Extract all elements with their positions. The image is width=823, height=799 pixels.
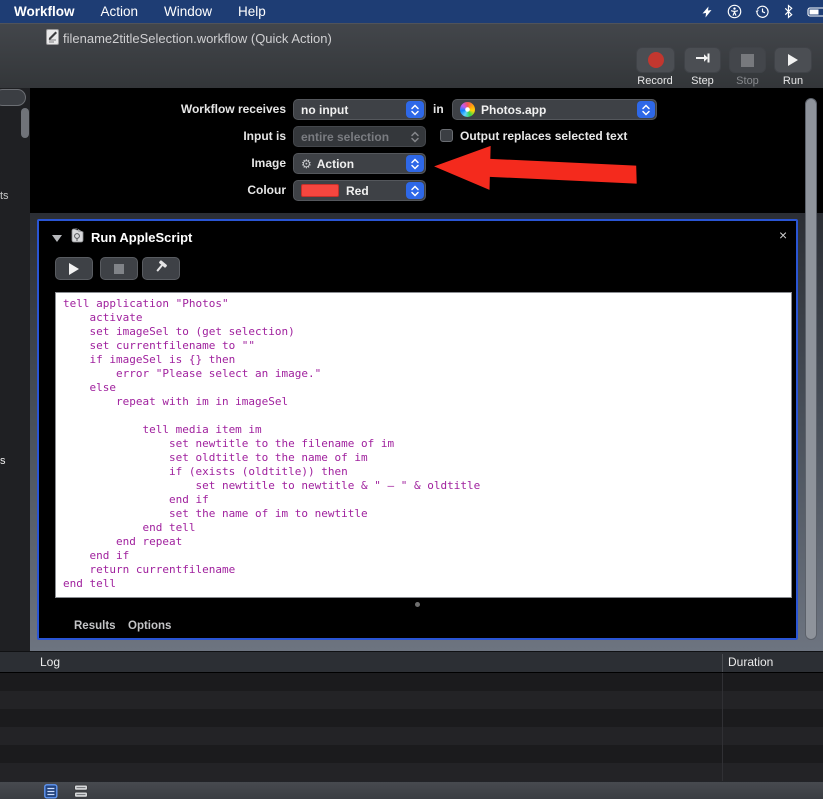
input-is-value: entire selection bbox=[301, 129, 390, 144]
status-bar bbox=[0, 781, 823, 799]
document-icon bbox=[46, 29, 59, 50]
action-gear-icon: ⚙ bbox=[301, 156, 312, 171]
log-empty-row bbox=[0, 727, 823, 745]
run-button[interactable] bbox=[774, 47, 812, 73]
colour-popup[interactable]: Red bbox=[293, 180, 426, 201]
resize-handle[interactable] bbox=[415, 602, 420, 607]
sidebar-text-fragment: ts bbox=[0, 190, 9, 202]
menu-bar: Workflow Action Window Help bbox=[0, 0, 823, 23]
log-empty-row bbox=[0, 691, 823, 709]
colour-label: Colour bbox=[247, 183, 286, 197]
log-empty-row bbox=[0, 763, 823, 781]
menu-help[interactable]: Help bbox=[225, 4, 279, 19]
battery-icon bbox=[807, 5, 823, 19]
popup-stepper-icon bbox=[406, 155, 424, 172]
list-view-icon[interactable] bbox=[44, 784, 58, 799]
run-label: Run bbox=[782, 75, 804, 87]
input-is-label: Input is bbox=[243, 129, 286, 143]
time-machine-icon[interactable] bbox=[755, 4, 770, 19]
popup-stepper-icon bbox=[406, 182, 424, 199]
log-table bbox=[0, 673, 823, 781]
search-field-fragment[interactable] bbox=[0, 89, 26, 106]
column-divider[interactable] bbox=[722, 654, 723, 672]
applescript-editor[interactable]: tell application "Photos" activate set i… bbox=[55, 292, 792, 598]
colour-popup-value: Red bbox=[346, 183, 369, 198]
library-sidebar-fragment: ts s bbox=[0, 88, 30, 651]
menu-status-area bbox=[700, 0, 823, 23]
applescript-code: tell application "Photos" activate set i… bbox=[63, 297, 481, 590]
step-button[interactable] bbox=[684, 47, 721, 73]
run-applescript-action[interactable]: Run AppleScript × tell application "Phot… bbox=[37, 219, 798, 640]
log-empty-row bbox=[0, 745, 823, 763]
log-header: Log Duration bbox=[0, 651, 823, 673]
results-tab[interactable]: Results bbox=[74, 620, 116, 632]
action-title: Run AppleScript bbox=[91, 230, 193, 245]
image-popup[interactable]: ⚙ Action bbox=[293, 153, 426, 174]
workflow-receives-label: Workflow receives bbox=[180, 102, 286, 116]
in-label: in bbox=[433, 102, 444, 116]
column-divider bbox=[722, 673, 723, 781]
input-is-popup: entire selection bbox=[293, 126, 426, 147]
disclosure-triangle-icon[interactable] bbox=[52, 235, 62, 242]
window-title: filename2titleSelection.workflow (Quick … bbox=[63, 31, 332, 46]
hammer-icon bbox=[153, 259, 169, 279]
record-label: Record bbox=[637, 75, 673, 87]
output-replaces-label: Output replaces selected text bbox=[460, 129, 628, 143]
red-colour-swatch bbox=[301, 184, 339, 197]
log-empty-row bbox=[0, 673, 823, 691]
script-run-button[interactable] bbox=[55, 257, 93, 280]
menu-window[interactable]: Window bbox=[151, 4, 225, 19]
workflow-receives-value: no input bbox=[301, 102, 349, 117]
sidebar-scrollbar[interactable] bbox=[21, 108, 29, 138]
bluetooth-icon[interactable] bbox=[783, 4, 794, 19]
photos-app-icon bbox=[460, 102, 475, 117]
shortcuts-icon[interactable] bbox=[700, 5, 714, 19]
record-icon bbox=[647, 52, 664, 68]
options-tab[interactable]: Options bbox=[128, 620, 171, 632]
play-icon bbox=[69, 262, 79, 275]
menu-workflow[interactable]: Workflow bbox=[0, 4, 88, 19]
stop-button bbox=[729, 47, 766, 73]
stop-icon bbox=[741, 53, 754, 67]
step-icon bbox=[695, 51, 711, 70]
applescript-script-icon bbox=[69, 227, 87, 250]
workflow-receives-popup[interactable]: no input bbox=[293, 99, 426, 120]
step-label: Step bbox=[691, 75, 714, 87]
sidebar-text-fragment: s bbox=[0, 455, 6, 467]
popup-stepper-icon bbox=[406, 101, 424, 118]
popup-stepper-icon bbox=[406, 128, 424, 145]
stacked-view-icon[interactable] bbox=[73, 784, 89, 799]
stop-label: Stop bbox=[736, 75, 759, 87]
close-action-icon[interactable]: × bbox=[779, 227, 787, 243]
duration-column-header[interactable]: Duration bbox=[728, 655, 773, 669]
app-popup[interactable]: Photos.app bbox=[452, 99, 657, 120]
automator-window: Workflow Action Window Help filename2tit… bbox=[0, 0, 823, 799]
canvas-scrollbar[interactable] bbox=[805, 98, 817, 640]
log-empty-row bbox=[0, 709, 823, 727]
output-replaces-checkbox[interactable] bbox=[440, 129, 453, 142]
image-popup-value: Action bbox=[316, 156, 355, 171]
image-label: Image bbox=[251, 156, 286, 170]
run-icon bbox=[788, 54, 798, 66]
popup-stepper-icon bbox=[637, 101, 655, 118]
log-column-header[interactable]: Log bbox=[40, 655, 60, 669]
app-popup-value: Photos.app bbox=[481, 102, 547, 117]
record-button[interactable] bbox=[636, 47, 675, 73]
title-bar: filename2titleSelection.workflow (Quick … bbox=[0, 23, 823, 88]
stop-icon bbox=[114, 263, 124, 274]
red-annotation-arrow bbox=[429, 143, 640, 199]
menu-action[interactable]: Action bbox=[88, 4, 152, 19]
script-compile-button[interactable] bbox=[142, 257, 180, 280]
script-stop-button bbox=[100, 257, 138, 280]
accessibility-icon[interactable] bbox=[727, 4, 742, 19]
